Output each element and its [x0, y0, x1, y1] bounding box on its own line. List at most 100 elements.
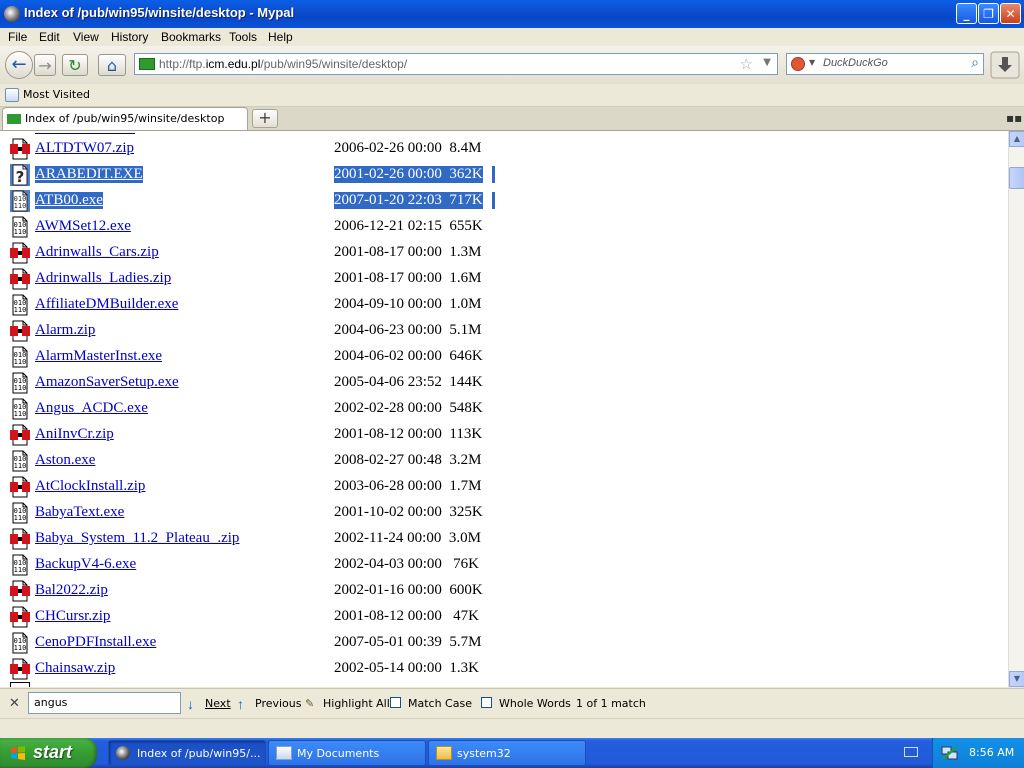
menu-edit[interactable]: Edit [39, 30, 60, 44]
menu-view[interactable]: View [73, 30, 99, 44]
bookmark-star-icon[interactable]: ☆ [740, 55, 753, 73]
file-link[interactable]: AffiliateDMBuilder.exe [35, 296, 178, 313]
find-input[interactable]: angus [28, 692, 181, 714]
search-bar[interactable]: ▼ DuckDuckGo ⌕ [786, 53, 984, 75]
keyboard-layout-icon[interactable] [904, 747, 918, 757]
menu-file[interactable]: File [8, 30, 27, 44]
url-dropdown-icon[interactable]: ▼ [763, 57, 771, 68]
binary-file-icon[interactable]: 010 110 [10, 632, 30, 654]
unknown-file-icon[interactable]: ? [10, 164, 30, 186]
find-previous-arrow-icon[interactable]: ↑ [237, 696, 244, 712]
match-case-label[interactable]: Match Case [408, 697, 472, 710]
file-link[interactable]: AtClockInstall.zip [35, 478, 145, 495]
tab-current[interactable]: Index of /pub/win95/winsite/desktop [2, 107, 248, 130]
find-next-button[interactable]: Next [205, 697, 231, 710]
binary-file-icon[interactable]: 010 110 [10, 398, 30, 420]
site-identity-icon[interactable] [139, 58, 155, 70]
file-link[interactable]: Bal2022.zip [35, 582, 108, 599]
find-previous-button[interactable]: Previous [255, 697, 302, 710]
file-date-size: 2001-08-17 00:00 1.3M [334, 244, 482, 260]
back-button[interactable]: ← [5, 51, 33, 79]
file-link[interactable]: BabyaText.exe [35, 504, 124, 521]
binary-file-icon[interactable]: 010 110 [10, 450, 30, 472]
file-date-size: 2004-09-10 00:00 1.0M [334, 296, 482, 312]
partial-row-link[interactable] [35, 131, 135, 134]
zip-archive-icon[interactable] [10, 476, 30, 498]
whole-words-checkbox[interactable] [481, 697, 492, 708]
taskbar-button-system32[interactable]: system32 [428, 740, 586, 766]
file-link[interactable]: Angus_ACDC.exe [35, 400, 148, 417]
zip-archive-icon[interactable] [10, 424, 30, 446]
file-link[interactable]: ARABEDIT.EXE [35, 166, 143, 183]
file-link[interactable]: ALTDTW07.zip [35, 140, 134, 157]
search-engine-dropdown-icon[interactable]: ▼ [809, 58, 815, 67]
most-visited-folder-icon[interactable] [5, 88, 19, 102]
file-link[interactable]: Babya_System_11.2_Plateau_.zip [35, 530, 239, 547]
zip-archive-icon[interactable] [10, 606, 30, 628]
file-link[interactable]: AmazonSaverSetup.exe [35, 374, 179, 391]
file-link[interactable]: AniInvCr.zip [35, 426, 114, 443]
whole-words-label[interactable]: Whole Words [499, 697, 571, 710]
forward-button[interactable]: → [34, 54, 56, 76]
scroll-down-button[interactable]: ▼ [1009, 671, 1024, 687]
zip-archive-icon[interactable] [10, 242, 30, 264]
file-link[interactable]: Adrinwalls_Ladies.zip [35, 270, 171, 287]
binary-file-icon[interactable]: 010 110 [10, 502, 30, 524]
new-tab-button[interactable]: + [252, 109, 278, 128]
duckduckgo-engine-icon[interactable] [791, 57, 805, 71]
vertical-scrollbar[interactable]: ▲ ▼ [1008, 131, 1024, 687]
file-date-size: 2001-10-02 00:00 325K [334, 504, 483, 520]
menu-history[interactable]: History [111, 30, 148, 44]
reload-button[interactable]: ↻ [62, 54, 88, 76]
minimize-button[interactable]: _ [956, 3, 977, 24]
url-bar[interactable]: http://ftp.icm.edu.pl/pub/win95/winsite/… [134, 53, 778, 75]
binary-file-icon[interactable]: 010 110 [10, 216, 30, 238]
zip-archive-icon[interactable] [10, 658, 30, 680]
scroll-thumb[interactable] [1009, 167, 1024, 189]
binary-file-icon[interactable]: 010 110 [10, 346, 30, 368]
file-link[interactable]: Alarm.zip [35, 322, 95, 339]
start-label: start [33, 742, 73, 762]
taskbar-button-browser[interactable]: Index of /pub/win95/... [108, 740, 266, 766]
zip-archive-icon[interactable] [10, 138, 30, 160]
binary-file-icon[interactable]: 010 110 [10, 372, 30, 394]
binary-file-icon[interactable]: 010 110 [10, 554, 30, 576]
file-link[interactable]: ATB00.exe [35, 192, 103, 209]
zip-archive-icon[interactable] [10, 320, 30, 342]
zip-archive-icon[interactable] [10, 580, 30, 602]
search-icon[interactable]: ⌕ [971, 55, 979, 71]
file-link[interactable]: BackupV4-6.exe [35, 556, 136, 573]
file-link[interactable]: Chainsaw.zip [35, 660, 115, 677]
start-button[interactable]: start [0, 738, 97, 768]
menu-tools[interactable]: Tools [229, 30, 257, 44]
file-link[interactable]: CHCursr.zip [35, 608, 110, 625]
home-button[interactable]: ⌂ [98, 54, 126, 76]
tab-list-icon[interactable]: ▪▪ [1006, 111, 1022, 125]
taskbar-button-my-documents[interactable]: My Documents [268, 740, 426, 766]
downloads-button[interactable] [990, 51, 1020, 79]
highlight-all-button[interactable]: Highlight All [323, 697, 390, 710]
url-text[interactable]: http://ftp.icm.edu.pl/pub/win95/winsite/… [159, 57, 407, 71]
file-date-size: 2002-04-03 00:00 76K [334, 556, 479, 572]
file-row: 010 110 Aston.exe 2008-02-27 00:48 3.2M [0, 448, 1008, 474]
close-window-button[interactable]: ✕ [1000, 3, 1021, 24]
file-link[interactable]: AlarmMasterInst.exe [35, 348, 162, 365]
scroll-up-button[interactable]: ▲ [1009, 131, 1024, 147]
file-link[interactable]: AWMSet12.exe [35, 218, 131, 235]
menu-bookmarks[interactable]: Bookmarks [161, 30, 221, 44]
file-date-size: 2004-06-02 00:00 646K [334, 348, 483, 364]
menu-help[interactable]: Help [268, 30, 293, 44]
restore-button[interactable]: ❐ [978, 3, 999, 24]
find-close-icon[interactable]: ✕ [9, 695, 20, 711]
zip-archive-icon[interactable] [10, 528, 30, 550]
file-link[interactable]: CenoPDFInstall.exe [35, 634, 156, 651]
most-visited-bookmark[interactable]: Most Visited [23, 88, 90, 101]
binary-file-icon[interactable]: 010 110 [10, 294, 30, 316]
file-link[interactable]: Aston.exe [35, 452, 95, 469]
binary-file-icon[interactable]: 010 110 [10, 190, 30, 212]
file-link[interactable]: Adrinwalls_Cars.zip [35, 244, 159, 261]
match-case-checkbox[interactable] [390, 697, 401, 708]
zip-archive-icon[interactable] [10, 268, 30, 290]
file-date-size: 2002-01-16 00:00 600K [334, 582, 483, 598]
find-next-arrow-icon[interactable]: ↓ [187, 696, 194, 712]
